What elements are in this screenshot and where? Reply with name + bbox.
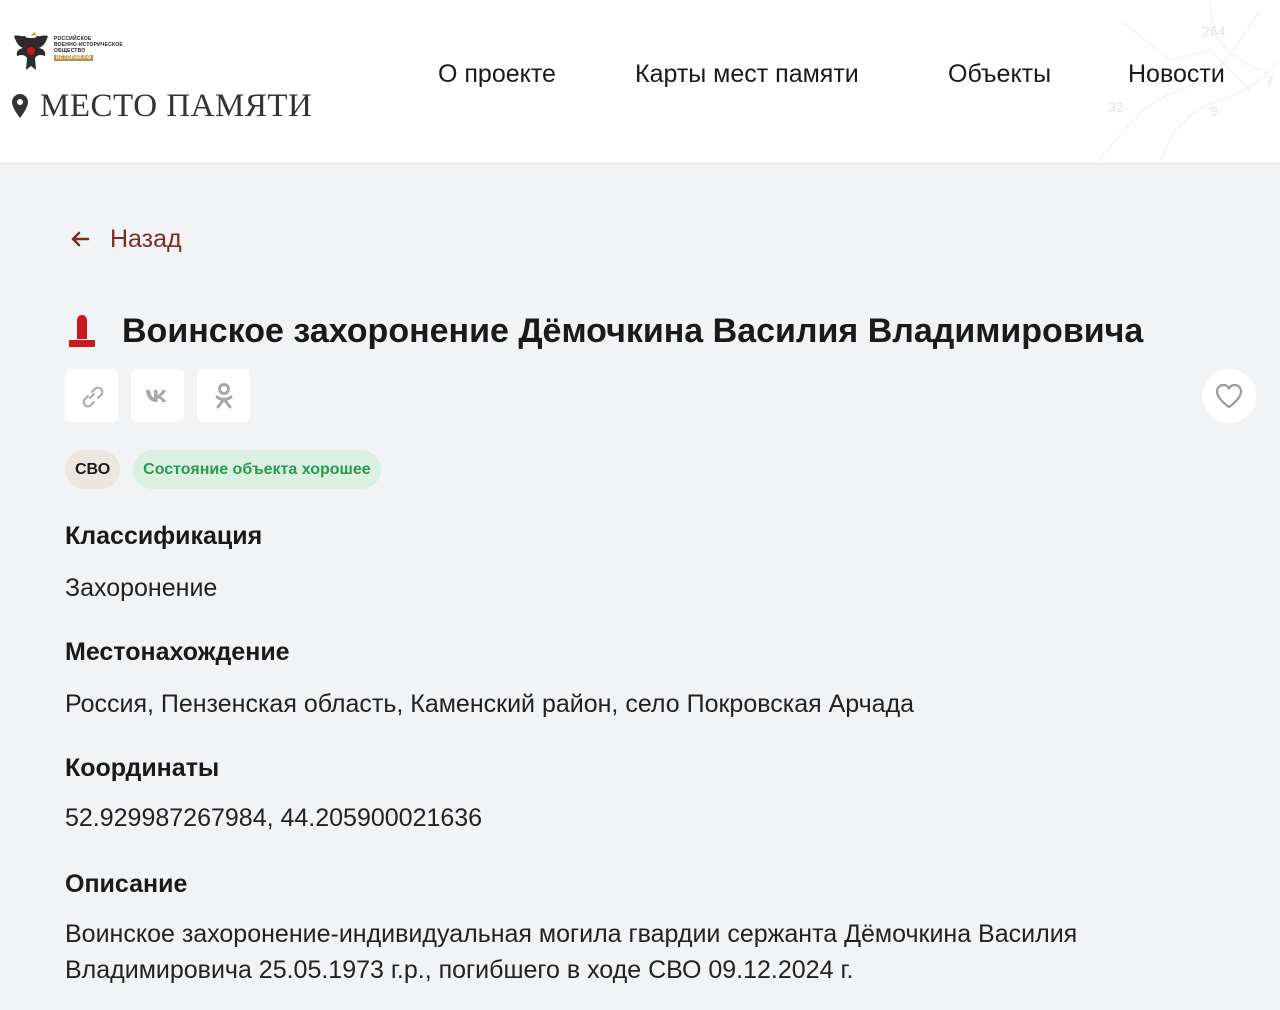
site-header: 264 32 9 7 РОССИЙСКОЕ ВОЕННО-ИСТОРИЧЕСКО… [0, 0, 1280, 164]
section-heading: Классификация [65, 522, 263, 550]
brand-title: МЕСТО ПАМЯТИ [40, 88, 313, 124]
description-section: Описание Воинское захоронение-индивидуал… [65, 868, 1215, 988]
link-icon [82, 386, 103, 407]
description-line: Владимировича 25.05.1973 г.р., погибшего… [65, 956, 854, 984]
nav-item-maps[interactable]: Карты мест памяти [635, 58, 859, 90]
back-label: Назад [110, 225, 182, 253]
page-title: Воинское захоронение Дёмочкина Василия В… [122, 311, 1144, 350]
arrow-left-icon [71, 231, 90, 247]
copy-link-button[interactable] [65, 369, 118, 422]
section-heading: Координаты [65, 754, 220, 782]
heart-icon [1215, 383, 1243, 409]
nav-item-objects[interactable]: Объекты [948, 58, 1051, 90]
coordinates-section: Координаты 52.929987267984, 44.205900021… [65, 752, 1215, 836]
section-heading: Местонахождение [65, 638, 290, 666]
location-section: Местонахождение Россия, Пензенская облас… [65, 636, 1215, 722]
double-headed-eagle-icon [14, 32, 48, 70]
classification-section: Классификация Захоронение [65, 520, 1215, 606]
location-pin-icon [12, 94, 28, 118]
section-value: Россия, Пензенская область, Каменский ра… [65, 690, 915, 718]
share-bar [65, 369, 263, 422]
tag-svo[interactable]: СВО [65, 450, 121, 489]
burial-marker-icon [69, 314, 95, 347]
vk-icon [145, 389, 166, 402]
map-label: 7 [1266, 73, 1274, 89]
odnoklassniki-icon [215, 382, 232, 408]
share-vk-button[interactable] [131, 369, 184, 422]
favorite-button[interactable] [1202, 369, 1256, 423]
status-badge: Состояние объекта хорошее [133, 450, 381, 489]
back-link[interactable]: Назад [68, 223, 182, 255]
map-label: 32 [1108, 99, 1124, 115]
description-line: Воинское захоронение-индивидуальная моги… [65, 920, 1078, 948]
nav-item-news[interactable]: Новости [1128, 58, 1225, 90]
coordinates-value: 52.929987267984, 44.205900021636 [65, 804, 483, 832]
org-name: РОССИЙСКОЕ ВОЕННО-ИСТОРИЧЕСКОЕ ОБЩЕСТВО … [54, 36, 123, 61]
share-ok-button[interactable] [197, 369, 250, 422]
org-badge: ИСТОРИЯ.РФ [54, 55, 94, 61]
brand-logo[interactable]: МЕСТО ПАМЯТИ [12, 88, 312, 124]
section-value: Захоронение [65, 574, 218, 602]
map-label: 264 [1202, 23, 1226, 39]
map-label: 9 [1210, 103, 1218, 119]
section-heading: Описание [65, 870, 188, 898]
page-header: Воинское захоронение Дёмочкина Василия В… [66, 288, 1143, 374]
nav-item-about[interactable]: О проекте [438, 58, 556, 90]
tag-list: СВО Состояние объекта хорошее [65, 450, 394, 489]
